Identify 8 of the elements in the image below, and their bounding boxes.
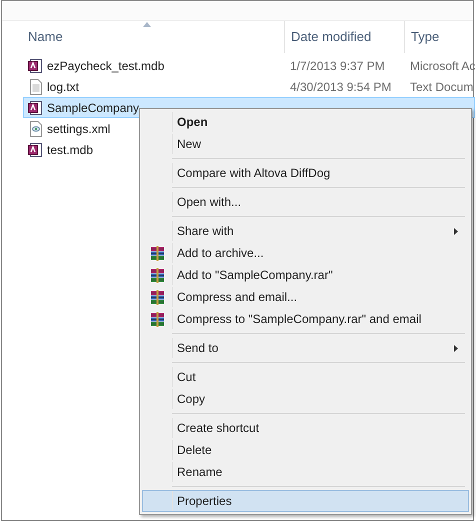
date-modified: 4/30/2013 9:54 PM (289, 78, 392, 96)
file-name: SampleCompany (47, 100, 140, 116)
file-name: log.txt (47, 78, 80, 96)
file-name: settings.xml (47, 120, 110, 138)
date-modified: 1/7/2013 9:37 PM (289, 58, 386, 74)
file-name: test.mdb (47, 142, 94, 158)
file-name: ezPaycheck_test.mdb (47, 58, 164, 74)
file-type: Text Docum (409, 78, 474, 96)
